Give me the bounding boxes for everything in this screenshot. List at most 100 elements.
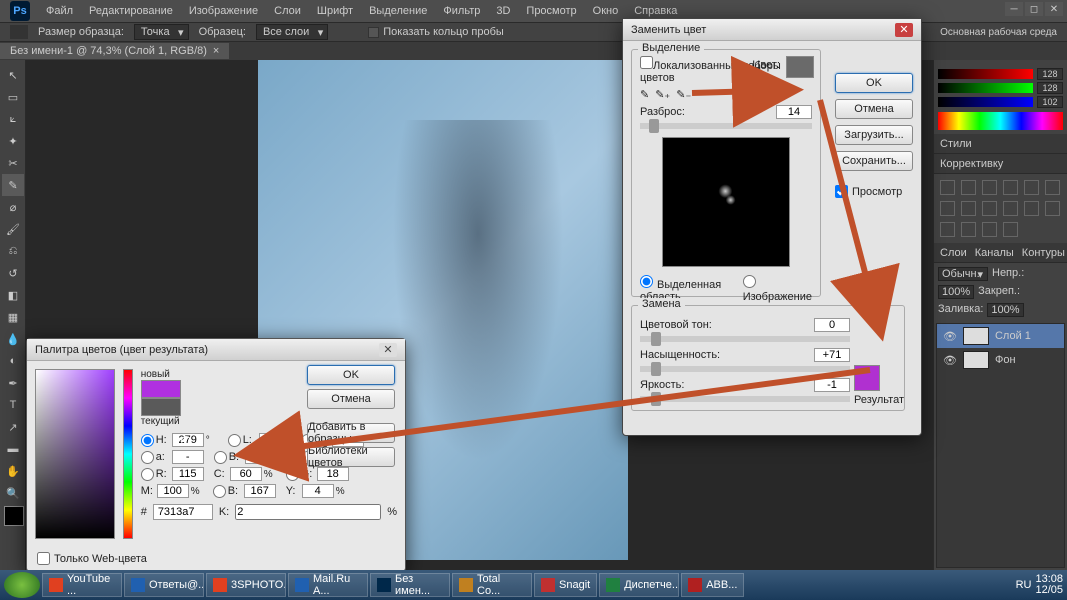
g-radio[interactable]	[286, 468, 299, 481]
menu-3d[interactable]: 3D	[488, 1, 518, 21]
blur-tool[interactable]: 💧	[2, 328, 24, 350]
b-radio[interactable]	[214, 451, 227, 464]
layer-name[interactable]: Слой 1	[995, 330, 1031, 342]
selcol-icon[interactable]	[1003, 222, 1018, 237]
task-item[interactable]: Без имен...	[370, 573, 450, 597]
lightness-slider[interactable]	[640, 396, 850, 402]
spectrum-strip[interactable]	[938, 112, 1063, 130]
poster-icon[interactable]	[940, 222, 955, 237]
sample-layers-dropdown[interactable]: Все слои	[256, 24, 328, 40]
lightness-value[interactable]	[814, 378, 850, 392]
radio-image[interactable]	[743, 275, 756, 288]
stamp-tool[interactable]: ⎌	[2, 240, 24, 262]
source-color-swatch[interactable]	[786, 56, 814, 78]
g-value[interactable]: 128	[1037, 82, 1063, 94]
dialog-close-button[interactable]: ✕	[895, 23, 913, 37]
layer-row-layer1[interactable]: 👁 Слой 1	[937, 324, 1064, 348]
b-slider[interactable]	[938, 97, 1033, 107]
zoom-tool[interactable]: 🔍	[2, 482, 24, 504]
eyedropper-add-icon[interactable]: ✎₊	[655, 88, 670, 101]
dodge-tool[interactable]: ◐	[2, 350, 24, 372]
marquee-tool[interactable]: ▭	[2, 86, 24, 108]
adjustments-tab[interactable]: Коррективку	[940, 158, 1003, 170]
task-item[interactable]: Snagit	[534, 573, 597, 597]
layer-row-bg[interactable]: 👁 Фон	[937, 348, 1064, 372]
cancel-button[interactable]: Отмена	[835, 99, 913, 119]
g-slider[interactable]	[938, 83, 1033, 93]
eye-icon[interactable]: 👁	[943, 354, 957, 367]
levels-icon[interactable]	[961, 180, 976, 195]
picker-titlebar[interactable]: Палитра цветов (цвет результата) ✕	[27, 339, 405, 361]
crop-tool[interactable]: ✂	[2, 152, 24, 174]
r-value-picker[interactable]	[172, 467, 204, 481]
color-lib-button[interactable]: Библиотеки цветов	[307, 447, 395, 467]
h-radio[interactable]	[141, 434, 154, 447]
lang-indicator[interactable]: RU	[1016, 579, 1032, 591]
k-value[interactable]	[235, 504, 381, 520]
hue-strip[interactable]	[123, 369, 132, 539]
window-minimize[interactable]: ─	[1005, 2, 1023, 16]
foreground-color[interactable]	[4, 506, 24, 526]
saturation-slider[interactable]	[640, 366, 850, 372]
invert-icon[interactable]	[1045, 201, 1060, 216]
start-button[interactable]	[4, 572, 40, 598]
shape-tool[interactable]: ▬	[2, 438, 24, 460]
menu-view[interactable]: Просмотр	[518, 1, 584, 21]
l-value[interactable]	[259, 433, 291, 447]
a-value[interactable]	[172, 450, 204, 464]
exposure-icon[interactable]	[1003, 180, 1018, 195]
type-tool[interactable]: T	[2, 394, 24, 416]
m-value[interactable]	[157, 484, 189, 498]
clock[interactable]: 13:0812/05	[1035, 574, 1063, 596]
menu-edit[interactable]: Редактирование	[81, 1, 181, 21]
workspace-label[interactable]: Основная рабочая среда	[940, 27, 1057, 38]
hsl-icon[interactable]	[1045, 180, 1060, 195]
menu-file[interactable]: Файл	[38, 1, 81, 21]
layer-name[interactable]: Фон	[995, 354, 1016, 366]
lookup-icon[interactable]	[1024, 201, 1039, 216]
task-item[interactable]: ABB...	[681, 573, 744, 597]
ring-checkbox[interactable]	[368, 27, 379, 38]
brush-tool[interactable]: 🖌	[2, 218, 24, 240]
c-value[interactable]	[230, 467, 262, 481]
lasso-tool[interactable]: ⟀	[2, 108, 24, 130]
fuzziness-value[interactable]	[776, 105, 812, 119]
colbal-icon[interactable]	[940, 201, 955, 216]
document-tab[interactable]: Без имени-1 @ 74,3% (Слой 1, RGB/8) ×	[0, 43, 229, 59]
history-brush-tool[interactable]: ↺	[2, 262, 24, 284]
b1-value[interactable]	[245, 450, 277, 464]
hue-slider[interactable]	[640, 336, 850, 342]
color-field[interactable]	[35, 369, 115, 539]
save-button[interactable]: Сохранить...	[835, 151, 913, 171]
task-item[interactable]: YouTube ...	[42, 573, 122, 597]
eyedropper-icon[interactable]: ✎	[640, 88, 649, 101]
task-item[interactable]: Диспетче...	[599, 573, 679, 597]
menu-layers[interactable]: Слои	[266, 1, 309, 21]
vibrance-icon[interactable]	[1024, 180, 1039, 195]
styles-tab[interactable]: Стили	[940, 138, 972, 150]
radio-selection[interactable]	[640, 275, 653, 288]
channels-tab[interactable]: Каналы	[975, 247, 1014, 259]
task-item[interactable]: 3SPHOTO...	[206, 573, 286, 597]
saturation-value[interactable]	[814, 348, 850, 362]
heal-tool[interactable]: ⌀	[2, 196, 24, 218]
photo-filter-icon[interactable]	[982, 201, 997, 216]
y-value[interactable]	[302, 484, 334, 498]
menu-filter[interactable]: Фильтр	[435, 1, 488, 21]
blend-mode[interactable]: Обычн.	[938, 267, 988, 281]
eye-icon[interactable]: 👁	[943, 330, 957, 343]
sample-size-dropdown[interactable]: Точка	[134, 24, 189, 40]
paths-tab[interactable]: Контуры	[1022, 247, 1065, 259]
picker-ok-button[interactable]: OK	[307, 365, 395, 385]
layers-tab[interactable]: Слои	[940, 247, 967, 259]
eyedropper-tool[interactable]: ✎	[2, 174, 24, 196]
thresh-icon[interactable]	[961, 222, 976, 237]
picker-cancel-button[interactable]: Отмена	[307, 389, 395, 409]
bw-icon[interactable]	[961, 201, 976, 216]
path-tool[interactable]: ↗	[2, 416, 24, 438]
eraser-tool[interactable]: ◧	[2, 284, 24, 306]
l-radio[interactable]	[228, 434, 241, 447]
eyedropper-sub-icon[interactable]: ✎₋	[676, 88, 691, 101]
bright-contrast-icon[interactable]	[940, 180, 955, 195]
menu-image[interactable]: Изображение	[181, 1, 266, 21]
